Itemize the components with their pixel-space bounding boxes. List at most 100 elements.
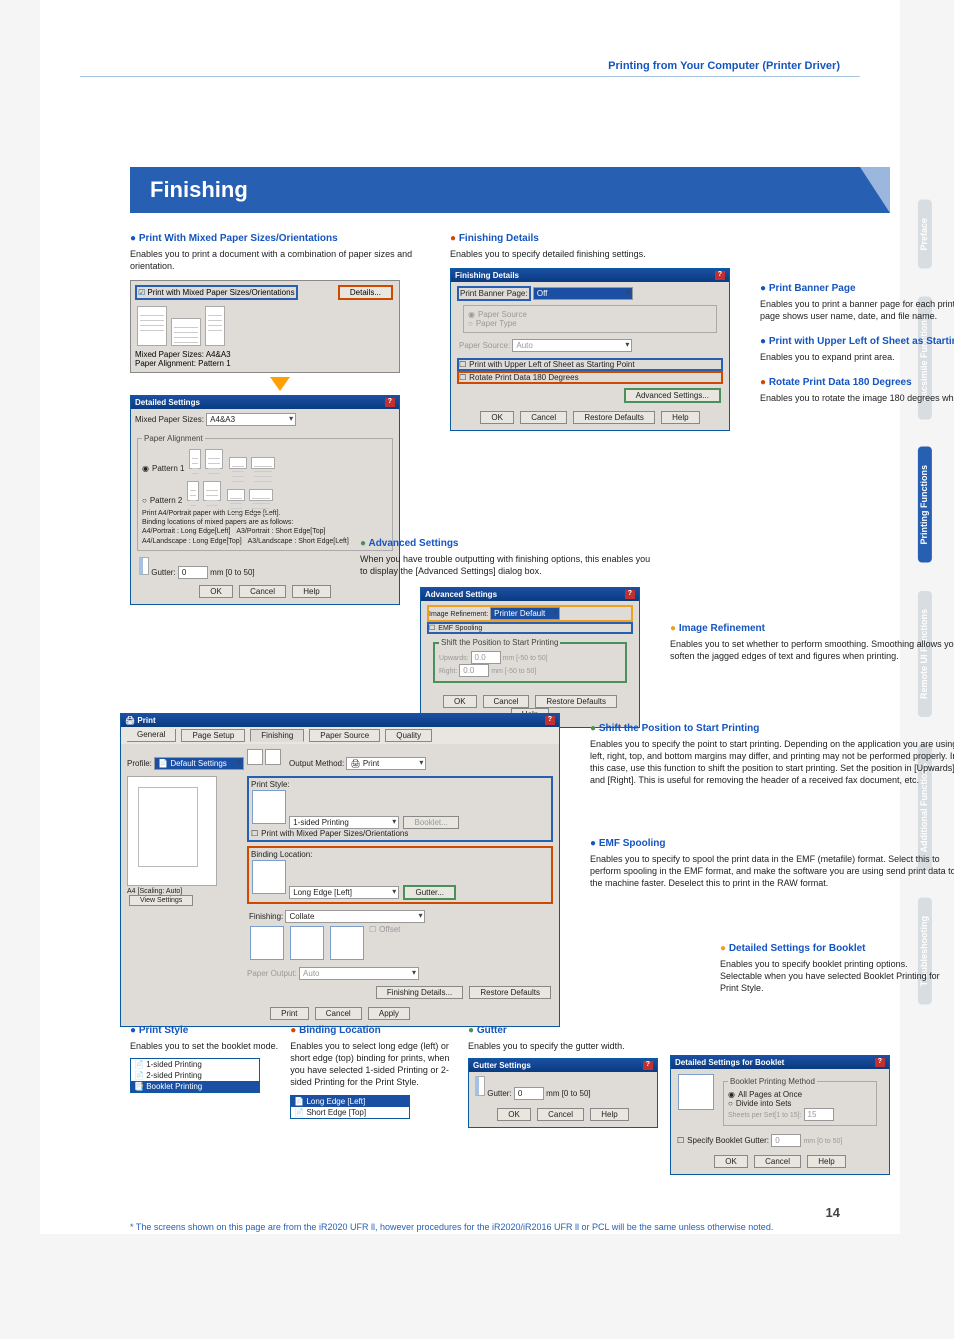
- profile-dropdown[interactable]: 📄 Default Settings: [154, 757, 244, 770]
- printstyle-desc: Enables you to set the booklet mode.: [130, 1040, 278, 1052]
- close-icon[interactable]: ?: [715, 271, 725, 280]
- banner-title: ● Print Banner Page: [760, 283, 954, 294]
- ok-button[interactable]: OK: [480, 411, 514, 424]
- help-button[interactable]: Help: [807, 1155, 845, 1168]
- tab-printing[interactable]: Printing Functions: [918, 447, 932, 563]
- arrow-down-icon: [270, 377, 290, 391]
- emf-title: ● EMF Spooling: [590, 838, 954, 849]
- banner-dropdown[interactable]: Off: [533, 287, 633, 300]
- tab-preface[interactable]: Preface: [918, 200, 932, 269]
- booklet-button: Booklet...: [403, 816, 458, 829]
- tab-general[interactable]: General: [127, 729, 176, 742]
- advanced-title: ● Advanced Settings: [360, 538, 660, 549]
- gutter-dialog: Gutter Settings? Gutter: 0 mm [0 to 50] …: [468, 1058, 658, 1128]
- breadcrumb: Printing from Your Computer (Printer Dri…: [40, 0, 900, 72]
- gutter-input[interactable]: 0: [178, 566, 208, 579]
- mixed-title: ● Print With Mixed Paper Sizes/Orientati…: [130, 233, 430, 244]
- finishing-details-dialog: Finishing Details? Print Banner Page: Of…: [450, 268, 730, 431]
- mixed-sizes-dropdown[interactable]: A4&A3: [206, 413, 296, 426]
- gutter-button[interactable]: Gutter...: [403, 885, 455, 900]
- shift-title: ● Shift the Position to Start Printing: [590, 723, 954, 734]
- tab-papersource[interactable]: Paper Source: [309, 729, 380, 742]
- emf-desc: Enables you to specify to spool the prin…: [590, 853, 954, 889]
- view-settings-button[interactable]: View Settings: [129, 895, 193, 906]
- alignment-label: Paper Alignment:: [135, 359, 196, 368]
- finishing-details-title: ● Finishing Details: [450, 233, 750, 244]
- all-pages-radio[interactable]: All Pages at Once: [728, 1090, 872, 1099]
- binding-dropdown[interactable]: Long Edge [Left]: [289, 886, 399, 899]
- restore-button[interactable]: Restore Defaults: [535, 695, 617, 708]
- ok-button[interactable]: OK: [497, 1108, 531, 1121]
- close-icon[interactable]: ?: [625, 590, 635, 599]
- cancel-button[interactable]: Cancel: [537, 1108, 584, 1121]
- imgref-title: ● Image Refinement: [670, 623, 954, 634]
- banner-desc: Enables you to print a banner page for e…: [760, 298, 954, 322]
- tab-quality[interactable]: Quality: [385, 729, 432, 742]
- page-number: 14: [826, 1205, 840, 1220]
- cancel-button[interactable]: Cancel: [520, 411, 567, 424]
- finishing-details-button[interactable]: Finishing Details...: [376, 986, 463, 999]
- mixed-cb2[interactable]: Print with Mixed Paper Sizes/Orientation…: [251, 829, 549, 838]
- close-icon[interactable]: ?: [545, 716, 555, 725]
- close-icon[interactable]: ?: [875, 1058, 885, 1067]
- help-button[interactable]: Help: [590, 1108, 628, 1121]
- booklet-gutter-cb[interactable]: Specify Booklet Gutter:: [677, 1136, 769, 1145]
- binding-title: ● Binding Location: [290, 1025, 456, 1036]
- print-style-dropdown[interactable]: 1-sided Printing: [289, 816, 399, 829]
- advanced-settings-button[interactable]: Advanced Settings...: [624, 388, 721, 403]
- emf-cb[interactable]: EMF Spooling: [427, 622, 633, 634]
- pattern2-radio[interactable]: Pattern 2: [142, 479, 388, 505]
- style-booklet[interactable]: 📑 Booklet Printing: [131, 1081, 259, 1092]
- mixed-sizes-label: Mixed Paper Sizes:: [135, 350, 204, 359]
- img-refine-dropdown[interactable]: Printer Default: [490, 607, 560, 620]
- tab-finishing[interactable]: Finishing: [250, 729, 304, 742]
- output-dropdown[interactable]: 🖨 Print: [346, 757, 426, 770]
- print-button[interactable]: Print: [270, 1007, 308, 1020]
- booklet-title: ● Detailed Settings for Booklet: [720, 943, 954, 954]
- upperleft-cb[interactable]: Print with Upper Left of Sheet as Starti…: [457, 358, 723, 371]
- details-button[interactable]: Details...: [338, 285, 393, 300]
- cancel-button[interactable]: Cancel: [315, 1007, 362, 1020]
- bind-short[interactable]: 📄 Short Edge [Top]: [291, 1107, 409, 1118]
- ok-button[interactable]: OK: [199, 585, 233, 598]
- divide-sets-radio[interactable]: Divide into Sets: [728, 1099, 872, 1108]
- help-button[interactable]: Help: [292, 585, 330, 598]
- print-dialog: 🖨 Print? General Page Setup Finishing Pa…: [120, 713, 560, 1027]
- apply-button[interactable]: Apply: [368, 1007, 410, 1020]
- mixed-cb[interactable]: Print with Mixed Paper Sizes/Orientation…: [147, 288, 294, 297]
- rotate-cb[interactable]: Rotate Print Data 180 Degrees: [457, 371, 723, 384]
- upperleft-desc: Enables you to expand print area.: [760, 351, 954, 363]
- style-2sided[interactable]: 📄 2-sided Printing: [131, 1070, 259, 1081]
- mixed-desc: Enables you to print a document with a c…: [130, 248, 430, 272]
- pattern1-radio[interactable]: Pattern 1: [142, 447, 388, 473]
- advanced-dialog: Advanced Settings? Image Refinement: Pri…: [420, 587, 640, 728]
- help-button[interactable]: Help: [661, 411, 699, 424]
- bind-long[interactable]: 📄 Long Edge [Left]: [291, 1096, 409, 1107]
- imgref-desc: Enables you to set whether to perform sm…: [670, 638, 954, 662]
- cancel-button[interactable]: Cancel: [483, 695, 530, 708]
- gutter-desc: Enables you to specify the gutter width.: [468, 1040, 658, 1052]
- finishing-dropdown[interactable]: Collate: [285, 910, 425, 923]
- close-icon[interactable]: ?: [643, 1061, 653, 1070]
- upperleft-title: ● Print with Upper Left of Sheet as Star…: [760, 336, 954, 347]
- restore-button[interactable]: Restore Defaults: [573, 411, 655, 424]
- page-title: Finishing: [130, 167, 890, 213]
- printstyle-title: ● Print Style: [130, 1025, 278, 1036]
- cancel-button[interactable]: Cancel: [239, 585, 286, 598]
- tab-pagesetup[interactable]: Page Setup: [181, 729, 245, 742]
- style-1sided[interactable]: 📄 1-sided Printing: [131, 1059, 259, 1070]
- restore-defaults-button[interactable]: Restore Defaults: [469, 986, 551, 999]
- binding-desc: Enables you to select long edge (left) o…: [290, 1040, 456, 1089]
- booklet-settings-dialog: Detailed Settings for Booklet? Booklet P…: [670, 1055, 890, 1175]
- gutter-value-input[interactable]: 0: [514, 1087, 544, 1100]
- rotate-title: ● Rotate Print Data 180 Degrees: [760, 377, 954, 388]
- booklet-desc: Enables you to specify booklet printing …: [720, 958, 950, 994]
- cancel-button[interactable]: Cancel: [754, 1155, 801, 1168]
- close-icon[interactable]: ?: [385, 398, 395, 407]
- ok-button[interactable]: OK: [443, 695, 477, 708]
- ok-button[interactable]: OK: [714, 1155, 748, 1168]
- gutter-title: ● Gutter: [468, 1025, 658, 1036]
- advanced-desc: When you have trouble outputting with fi…: [360, 553, 660, 577]
- finishing-details-desc: Enables you to specify detailed finishin…: [450, 248, 750, 260]
- footnote: * The screens shown on this page are fro…: [130, 1221, 840, 1234]
